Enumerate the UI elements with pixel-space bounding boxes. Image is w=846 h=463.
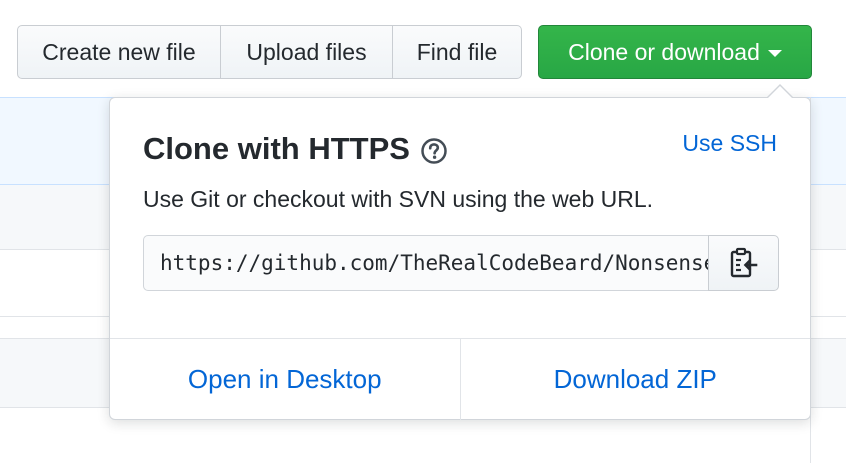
clone-popover: Clone with HTTPS Use SSH Use Git or chec… [109,84,811,420]
clone-description: Use Git or checkout with SVN using the w… [143,186,654,212]
popover-arrow-fill [767,86,793,99]
clone-or-download-button[interactable]: Clone or download [538,25,812,79]
clone-title-text: Clone with HTTPS [143,131,410,166]
find-file-button[interactable]: Find file [393,25,522,79]
clipboard-icon [730,247,757,278]
clone-title: Clone with HTTPS [143,131,448,167]
create-new-file-button[interactable]: Create new file [17,25,221,79]
question-circle-icon[interactable] [420,137,448,165]
clone-url-group: https://github.com/TheRealCodeBeard/Nons… [143,235,779,291]
download-zip-button[interactable]: Download ZIP [459,339,811,420]
upload-files-button[interactable]: Upload files [221,25,393,79]
caret-down-icon [767,50,782,57]
open-in-desktop-button[interactable]: Open in Desktop [110,339,460,420]
clone-popover-footer: Open in Desktop Download ZIP [110,338,810,420]
file-actions-button-group: Create new file Upload files Find file [17,25,522,79]
use-ssh-link[interactable]: Use SSH [682,130,777,157]
copy-url-button[interactable] [708,235,779,291]
github-repo-page: Create new file Upload files Find file C… [0,0,846,463]
clone-or-download-label: Clone or download [568,38,760,65]
clone-url-input[interactable]: https://github.com/TheRealCodeBeard/Nons… [143,235,708,291]
